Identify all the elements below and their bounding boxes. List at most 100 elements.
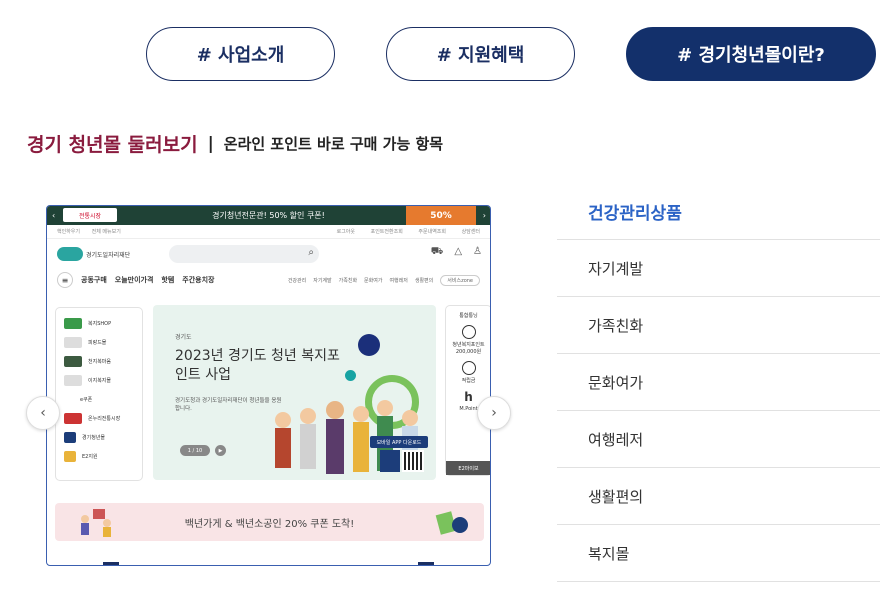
preview-side-item: 복지SHOP [88, 321, 112, 327]
preview-side-item: 온누리전통시장 [88, 416, 121, 422]
preview-nav-cat: 문화여가 [364, 277, 383, 284]
tab-bar: # 사업소개 # 지원혜택 # 경기청년몰이란? [146, 27, 876, 81]
section-subtitle: 온라인 포인트 바로 구매 가능 항목 [223, 135, 444, 153]
preview-nav-cat: 가족친화 [338, 277, 358, 284]
coupon-icon [64, 394, 74, 405]
category-travel-leisure[interactable]: 여행레저 [557, 411, 880, 468]
preview-nav-item: 공동구매 [81, 276, 107, 284]
chevron-left-icon: ‹ [52, 211, 56, 220]
preview-right-item: 청년복지포인트 200,000원 [452, 342, 485, 355]
logo-mark-icon [57, 247, 83, 261]
section-title: 경기 청년몰 둘러보기 [27, 134, 198, 156]
preview-side-item: e쿠폰 [80, 397, 93, 403]
preview-side-item: 경기청년몰 [82, 435, 106, 441]
preview-nav-cat: 생활편의 [414, 277, 434, 284]
preview-util-left-item: 전체 메뉴보기 [91, 229, 121, 235]
preview-promo-text: 백년가게 & 백년소공인 20% 쿠폰 도착! [184, 518, 355, 530]
app-card-icon [380, 450, 400, 472]
preview-top-bar-text: 경기청년전문관! 50% 할인 쿠폰! [212, 211, 325, 220]
chevron-right-icon: › [491, 405, 497, 421]
category-self-development[interactable]: 자기계발 [557, 240, 880, 297]
preview-nav-cat: 여행레저 [389, 277, 408, 284]
preview-side-item: 천지복마움 [88, 359, 112, 365]
preview-banner-pager: 1 / 10 [180, 445, 210, 456]
tab-business-intro[interactable]: # 사업소개 [146, 27, 335, 81]
preview-right-item: 적립금 [461, 378, 476, 384]
mall-icon [64, 356, 82, 367]
next-slide-button[interactable]: › [477, 396, 511, 430]
preview-util-left-item: 핵인하우기 [57, 229, 81, 235]
preview-nav-cat: 건강관리 [287, 277, 307, 284]
app-download-badge: 모바일 APP 다운로드 [370, 436, 428, 448]
preview-nav-cat: 자기계발 [313, 277, 332, 284]
shop-icon [64, 318, 82, 329]
mall-icon [64, 375, 82, 386]
preview-market-logo: 전통시장 [63, 208, 117, 222]
preview-util-bar: 핵인하우기 전체 메뉴보기 로그아웃 포인트전환조회 주문내역조회 상담센터 [47, 225, 490, 239]
hamburger-icon: ≡ [57, 272, 73, 288]
mall-preview-screenshot: ‹ 전통시장 경기청년전문관! 50% 할인 쿠폰! 50% › 핵인하우기 전… [46, 205, 491, 566]
truck-icon: ⛟ [430, 246, 444, 257]
decor-circle [345, 370, 356, 381]
search-icon: ⌕ [308, 247, 314, 258]
e2-icon [64, 451, 76, 462]
category-welfare-mall[interactable]: 복지몰 [557, 525, 880, 582]
heading-separator: | [207, 133, 214, 154]
won-icon [461, 361, 476, 375]
decor-circle [358, 334, 380, 356]
preview-header-icons: ⛟ △ ♙ [431, 246, 482, 259]
play-icon: ▶ [215, 445, 226, 456]
category-list: 건강관리상품 자기계발 가족친화 문화여가 여행레저 생활편의 복지몰 [557, 183, 880, 582]
youth-mall-icon [64, 432, 76, 443]
preview-nav: ≡ 공동구매 오늘만이가격 핫템 주간용치장 건강관리 자기계발 가족친화 문화… [47, 269, 490, 291]
h-point-icon: h [464, 390, 473, 404]
mall-icon [64, 337, 82, 348]
section-heading: 경기 청년몰 둘러보기 | 온라인 포인트 바로 구매 가능 항목 [27, 130, 443, 157]
preview-nav-item: 핫템 [161, 276, 175, 284]
preview-nav-pill: 서비스zone [440, 274, 480, 286]
preview-search-bar: ⌕ [169, 245, 319, 263]
preview-banner-title: 2023년 경기도 청년 복지포인트 사업 [175, 348, 340, 383]
prev-slide-button[interactable]: ‹ [26, 396, 60, 430]
preview-bottom-marks [103, 562, 434, 565]
preview-mark [103, 562, 119, 565]
preview-right-panel: 통합통닝 청년복지포인트 200,000원 적립금 h M.Point E2마이… [445, 305, 490, 476]
qr-code-icon [402, 450, 424, 472]
preview-util-right-item: 주문내역조회 [418, 229, 446, 235]
preview-side-panel: 복지SHOP 피랑드몰 천지복마움 이지복지몰 e쿠폰 온누리전통시장 경기청년… [55, 307, 143, 481]
category-culture-leisure[interactable]: 문화여가 [557, 354, 880, 411]
category-family[interactable]: 가족친화 [557, 297, 880, 354]
category-convenience[interactable]: 생활편의 [557, 468, 880, 525]
preview-nav-item: 오늘만이가격 [114, 276, 154, 284]
preview-nav-categories: 건강관리 자기계발 가족친화 문화여가 여행레저 생활편의 서비스zone [287, 274, 480, 286]
preview-top-bar: ‹ 전통시장 경기청년전문관! 50% 할인 쿠폰! 50% › [47, 206, 490, 225]
tab-support-benefits[interactable]: # 지원혜택 [386, 27, 575, 81]
tab-what-is-youth-mall[interactable]: # 경기청년몰이란? [626, 27, 876, 81]
promo-coupon-illustration [435, 511, 468, 535]
preview-util-right-item: 포인트전환조회 [370, 229, 403, 235]
chevron-left-icon: ‹ [40, 405, 46, 421]
preview-header: 경기도일자리재단 ⌕ ⛟ △ ♙ [47, 239, 490, 269]
bag-icon: △ [454, 246, 463, 257]
preview-util-right-item: 로그아웃 [336, 229, 355, 235]
preview-banner-tag: 경기도 [175, 334, 192, 341]
preview-right-footer: E2마이보 [446, 461, 490, 475]
preview-promo-strip: 백년가게 & 백년소공인 20% 쿠폰 도착! [55, 503, 484, 541]
user-icon: ♙ [473, 246, 482, 257]
preview-side-item: E2지원 [82, 454, 98, 460]
preview-logo: 경기도일자리재단 [57, 245, 137, 263]
preview-right-title: 통합통닝 [459, 313, 478, 319]
preview-side-item: 이지복지몰 [88, 378, 112, 384]
preview-main-banner: 경기도 2023년 경기도 청년 복지포인트 사업 경기도청과 경기도일자리재단… [153, 305, 436, 480]
point-icon [461, 325, 476, 339]
promo-people-illustration [81, 509, 111, 537]
preview-logo-text: 경기도일자리재단 [86, 251, 131, 259]
chevron-right-icon: › [482, 211, 486, 220]
category-health[interactable]: 건강관리상품 [557, 183, 880, 240]
preview-side-item: 피랑드몰 [88, 340, 107, 346]
preview-mark [418, 562, 434, 565]
preview-nav-item: 주간용치장 [182, 276, 215, 284]
market-icon [64, 413, 82, 424]
preview-coupon-badge: 50% [406, 206, 476, 225]
preview-util-right-item: 상담센터 [461, 229, 480, 235]
